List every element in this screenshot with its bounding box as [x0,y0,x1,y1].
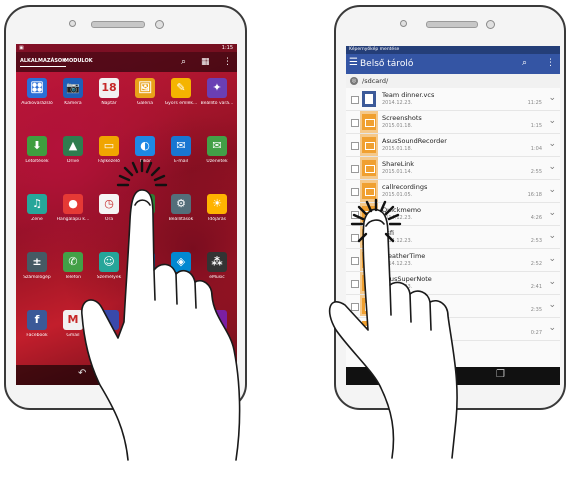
right-hand [328,208,458,459]
left-hand [81,189,241,461]
tap-indicator-left [116,159,168,187]
hand-illustration [81,159,458,461]
